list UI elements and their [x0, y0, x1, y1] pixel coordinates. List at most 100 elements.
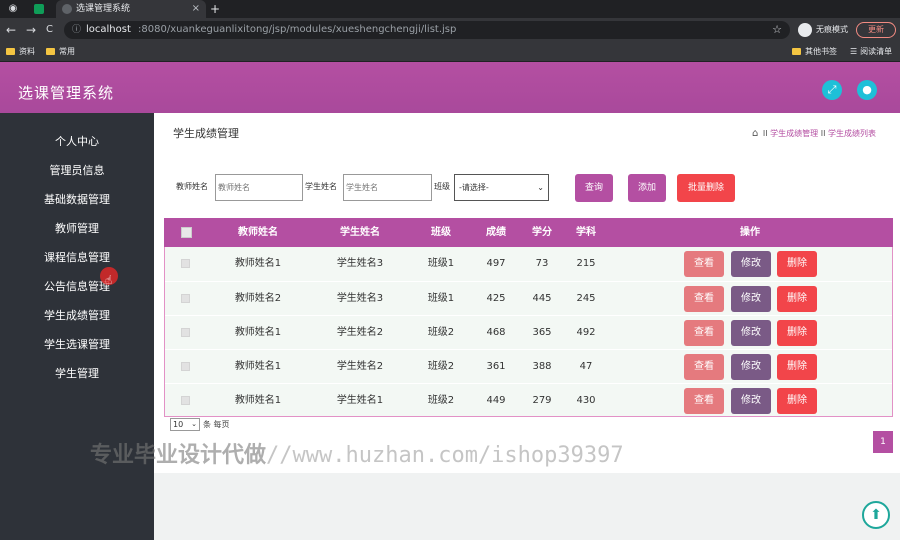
edit-button[interactable]: 修改 [731, 354, 771, 380]
view-button[interactable]: 查看 [684, 286, 724, 312]
cell-class: 班级2 [427, 327, 455, 338]
sidebar-item-course-selection[interactable]: 学生选课管理 [0, 330, 154, 359]
update-button[interactable]: 更新 [856, 22, 896, 38]
cell-teacher: 教师姓名1 [234, 327, 282, 338]
row-checkbox[interactable] [181, 328, 190, 337]
bookmark-star-icon[interactable]: ☆ [772, 24, 782, 36]
delete-button[interactable]: 删除 [777, 286, 817, 312]
page-size-value: 10 [173, 420, 184, 429]
edit-button[interactable]: 修改 [731, 251, 771, 277]
class-label: 班级 [434, 182, 450, 191]
cell-class: 班级2 [427, 395, 455, 406]
edit-button[interactable]: 修改 [731, 286, 771, 312]
info-icon[interactable]: ⓘ [72, 24, 81, 36]
browser-menu-icon[interactable]: ◉ [6, 2, 20, 16]
teacher-name-label: 教师姓名 [176, 182, 208, 191]
folder-icon [6, 48, 15, 55]
sidebar-item-students[interactable]: 学生管理 [0, 359, 154, 388]
cell-teacher: 教师姓名1 [234, 258, 282, 269]
column-header-score: 成绩 [486, 227, 506, 238]
view-button[interactable]: 查看 [684, 320, 724, 346]
sidebar-item-basic-data[interactable]: 基础数据管理 [0, 185, 154, 214]
sidebar-item-announcements[interactable]: 公告信息管理 [0, 272, 154, 301]
breadcrumb-item[interactable]: 学生成绩列表 [828, 129, 876, 138]
folder-icon [46, 48, 55, 55]
search-button[interactable]: 查询 [575, 174, 613, 202]
cell-teacher: 教师姓名1 [234, 361, 282, 372]
add-button[interactable]: 添加 [628, 174, 666, 202]
page-number-button[interactable]: 1 [873, 431, 893, 453]
sidebar-item-student-scores[interactable]: 学生成绩管理 [0, 301, 154, 330]
bookmark-folder[interactable]: 其他书签 [792, 45, 837, 59]
sheets-tab-icon[interactable] [34, 4, 44, 14]
url-input[interactable]: ⓘ localhost :8080/xuankeguanlixitong/jsp… [64, 21, 790, 39]
batch-delete-button[interactable]: 批量删除 [677, 174, 735, 202]
table-row: 教师姓名1 学生姓名2 班级2 468 365 492 查看 修改 删除 [165, 316, 892, 350]
delete-button[interactable]: 删除 [777, 320, 817, 346]
column-header-actions: 操作 [740, 227, 760, 238]
column-header-credit: 学分 [532, 227, 552, 238]
teacher-name-input[interactable] [215, 174, 303, 201]
user-icon[interactable]: ● [857, 80, 877, 100]
home-icon[interactable]: ⌂ [752, 128, 758, 139]
student-name-label: 学生姓名 [305, 182, 337, 191]
table-row: 教师姓名1 学生姓名3 班级1 497 73 215 查看 修改 删除 [165, 247, 892, 281]
cell-student: 学生姓名1 [336, 395, 384, 406]
row-checkbox[interactable] [181, 396, 190, 405]
cell-credit: 445 [532, 293, 552, 304]
cell-subject: 215 [576, 258, 596, 269]
bookmark-folder[interactable]: 资料 [6, 45, 35, 59]
reload-icon[interactable]: C [46, 22, 53, 38]
cell-score: 497 [486, 258, 506, 269]
cell-student: 学生姓名2 [336, 361, 384, 372]
edit-button[interactable]: 修改 [731, 388, 771, 414]
sidebar-item-personal-center[interactable]: 个人中心 [0, 127, 154, 156]
back-icon[interactable]: ← [6, 22, 16, 38]
cell-class: 班级2 [427, 361, 455, 372]
reading-list-icon: ☰ [850, 47, 858, 56]
cell-credit: 279 [532, 395, 552, 406]
row-checkbox[interactable] [181, 259, 190, 268]
delete-button[interactable]: 删除 [777, 354, 817, 380]
back-to-top-icon[interactable]: ⬆ [862, 501, 890, 529]
breadcrumb: ⌂ II 学生成绩管理 II 学生成绩列表 [752, 127, 876, 141]
chevron-down-icon: ⌄ [537, 183, 544, 192]
view-button[interactable]: 查看 [684, 354, 724, 380]
cell-subject: 47 [579, 361, 593, 372]
sidebar-item-admin-info[interactable]: 管理员信息 [0, 156, 154, 185]
breadcrumb-item[interactable]: 学生成绩管理 [770, 129, 818, 138]
row-checkbox[interactable] [181, 294, 190, 303]
edit-button[interactable]: 修改 [731, 320, 771, 346]
tab-close-icon[interactable]: × [192, 2, 200, 16]
class-select[interactable]: -请选择- ⌄ [454, 174, 549, 201]
delete-button[interactable]: 删除 [777, 388, 817, 414]
sidebar-item-teachers[interactable]: 教师管理 [0, 214, 154, 243]
cell-credit: 73 [535, 258, 549, 269]
cell-teacher: 教师姓名1 [234, 395, 282, 406]
sidebar-item-courses[interactable]: 课程信息管理 [0, 243, 154, 272]
student-name-input[interactable] [343, 174, 432, 201]
bookmark-folder[interactable]: 常用 [46, 45, 75, 59]
column-header-subject: 学科 [576, 227, 596, 238]
cell-credit: 388 [532, 361, 552, 372]
incognito-icon[interactable] [798, 23, 812, 37]
cell-class: 班级1 [427, 258, 455, 269]
tab-favicon-icon [62, 4, 72, 14]
row-checkbox[interactable] [181, 362, 190, 371]
cell-score: 449 [486, 395, 506, 406]
column-header-student: 学生姓名 [340, 227, 380, 238]
delete-button[interactable]: 删除 [777, 251, 817, 277]
view-button[interactable]: 查看 [684, 388, 724, 414]
fullscreen-icon[interactable]: ⤢ [822, 80, 842, 100]
new-tab-button[interactable]: + [210, 1, 220, 17]
url-path: :8080/xuankeguanlixitong/jsp/modules/xue… [138, 24, 457, 35]
select-all-checkbox[interactable] [181, 227, 192, 238]
browser-tab[interactable]: 选课管理系统 × [56, 0, 206, 18]
incognito-label: 无痕模式 [816, 25, 848, 34]
app-title: 选课管理系统 [18, 84, 115, 102]
reading-list[interactable]: ☰ 阅读清单 [850, 45, 892, 59]
folder-icon [792, 48, 801, 55]
view-button[interactable]: 查看 [684, 251, 724, 277]
forward-icon[interactable]: → [26, 22, 36, 38]
page-size-select[interactable]: 10 ⌄ [170, 418, 200, 431]
